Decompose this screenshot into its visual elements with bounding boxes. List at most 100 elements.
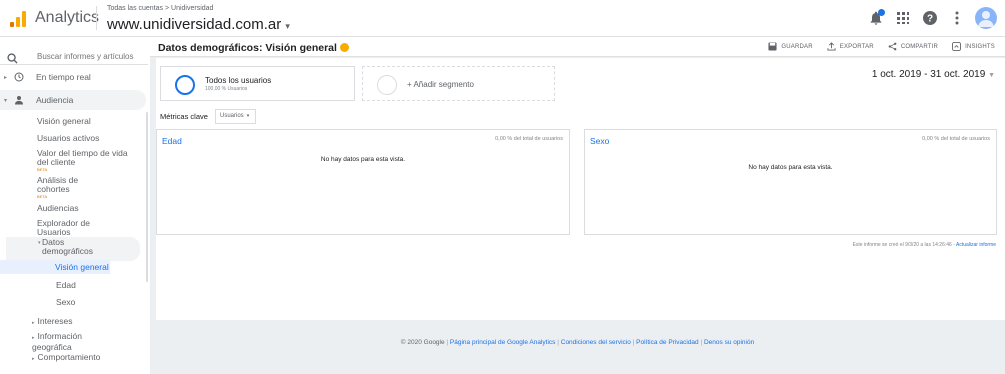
metrics-dropdown[interactable]: Usuarios ▾ (215, 109, 256, 124)
export-button[interactable]: EXPORTAR (827, 42, 874, 51)
sidebar-item-valor-tiempo-vida[interactable]: Valor del tiempo de vida del cliente BET… (37, 148, 129, 173)
report-content: Todos los usuarios 100,00 % Usuarios + A… (156, 58, 1005, 320)
footer-link-privacy[interactable]: Política de Privacidad (636, 339, 699, 346)
add-segment-label: + Añadir segmento (407, 80, 474, 89)
chevron-down-icon: ▼ (988, 72, 995, 79)
verified-shield-icon[interactable] (339, 43, 349, 52)
chevron-down-icon: ▾ (38, 240, 41, 246)
header-icons: ? (867, 6, 997, 30)
sidebar-item-datos-demograficos[interactable]: ▾ Datos demográficos (6, 237, 140, 261)
sidebar-item-label: En tiempo real (36, 72, 91, 82)
person-icon (14, 95, 28, 105)
report-note-text: Este informe se creó el 9/3/20 a las 14:… (852, 242, 956, 248)
footer-link-terms[interactable]: Condiciones del servicio (561, 339, 631, 346)
sidebar-item-label: Datos demográficos (42, 237, 94, 256)
metrics-label: Métricas clave (160, 112, 208, 121)
chevron-right-icon: ▸ (32, 335, 35, 341)
sidebar-item-label: Comportamiento (37, 352, 101, 362)
top-header: Analytics Todas las cuentas > Unidiversi… (0, 0, 1005, 37)
svg-text:?: ? (927, 14, 933, 25)
sidebar-item-vision-general[interactable]: Visión general (37, 117, 91, 126)
panel-percentage: 0,00 % del total de usuarios (495, 136, 563, 142)
sidebar: ▸ En tiempo real ▾ Audiencia Visión gene… (0, 37, 150, 374)
header-divider (96, 6, 97, 30)
notifications-icon[interactable] (867, 9, 885, 27)
property-selector[interactable]: www.unidiversidad.com.ar ▾ (107, 16, 290, 33)
refresh-report-link[interactable]: Actualizar informe (956, 242, 996, 248)
panel-title[interactable]: Sexo (590, 136, 609, 146)
beta-badge: BETA (37, 194, 48, 199)
footer-link-home[interactable]: Página principal de Google Analytics (450, 339, 556, 346)
sidebar-item-audiencias[interactable]: Audiencias (37, 204, 79, 213)
sidebar-item-demographics-vision-general[interactable]: Visión general (0, 260, 110, 274)
app-name: Analytics (35, 9, 100, 26)
sidebar-item-label: Valor del tiempo de vida del cliente (37, 148, 128, 167)
analytics-logo-icon[interactable] (10, 11, 26, 27)
export-icon (827, 42, 836, 51)
panel-gender: Sexo 0,00 % del total de usuarios No hay… (584, 129, 997, 235)
share-label: COMPARTIR (900, 43, 939, 50)
account-avatar[interactable] (975, 7, 997, 29)
page-header: Datos demográficos: Visión general GUARD… (150, 37, 1005, 57)
account-breadcrumb[interactable]: Todas las cuentas > Unidiversidad (107, 5, 213, 12)
chevron-down-icon: ▾ (245, 113, 250, 119)
insights-button[interactable]: INSIGHTS (952, 42, 995, 51)
save-button[interactable]: GUARDAR (768, 42, 813, 51)
date-range-text: 1 oct. 2019 - 31 oct. 2019 (871, 69, 986, 80)
report-actions: GUARDAR EXPORTAR COMPARTIR INSIGHTS (768, 42, 995, 51)
sidebar-item-comportamiento[interactable]: ▸ Comportamiento (32, 353, 100, 364)
apps-icon[interactable] (894, 9, 912, 27)
no-data-message: No hay datos para esta vista. (320, 156, 406, 163)
segment-placeholder-icon (377, 75, 397, 95)
no-data-message: No hay datos para esta vista. (748, 164, 833, 171)
search-icon (7, 51, 18, 69)
page-title-text: Datos demográficos: Visión general (158, 42, 337, 54)
copyright: © 2020 Google (400, 339, 445, 346)
help-icon[interactable]: ? (921, 9, 939, 27)
sidebar-item-edad[interactable]: Edad (56, 280, 76, 290)
panel-title[interactable]: Edad (162, 136, 182, 146)
chevron-right-icon: ▸ (32, 320, 35, 326)
panel-percentage: 0,00 % del total de usuarios (922, 136, 990, 142)
segment-subtitle: 100,00 % Usuarios (205, 86, 248, 92)
date-range-picker[interactable]: 1 oct. 2019 - 31 oct. 2019 ▼ (872, 69, 995, 80)
more-vert-icon[interactable] (948, 9, 966, 27)
search-input[interactable] (37, 52, 147, 61)
chevron-right-icon: ▸ (4, 74, 8, 81)
segment-all-users[interactable]: Todos los usuarios 100,00 % Usuarios (160, 66, 355, 101)
export-label: EXPORTAR (839, 43, 874, 50)
sidebar-item-sexo[interactable]: Sexo (56, 297, 75, 307)
segment-title: Todos los usuarios (205, 76, 272, 85)
chevron-right-icon: ▸ (32, 356, 35, 362)
main-area: Datos demográficos: Visión general GUARD… (150, 37, 1005, 374)
add-segment-button[interactable]: + Añadir segmento (362, 66, 555, 101)
sidebar-scrollbar[interactable] (146, 112, 148, 282)
sidebar-item-label: Análisis de cohortes (37, 175, 79, 194)
sidebar-item-audiencia[interactable]: ▾ Audiencia (0, 90, 146, 110)
divider (0, 64, 148, 65)
save-label: GUARDAR (781, 43, 813, 50)
sidebar-item-analisis-cohortes[interactable]: Análisis de cohortes BETA (37, 175, 107, 200)
report-timestamp: Este informe se creó el 9/3/20 a las 14:… (853, 242, 996, 248)
sidebar-item-usuarios-activos[interactable]: Usuarios activos (37, 134, 99, 143)
chevron-down-icon: ▾ (285, 21, 290, 31)
footer-link-feedback[interactable]: Denos su opinión (704, 339, 754, 346)
footer: © 2020 Google | Página principal de Goog… (400, 339, 755, 346)
share-button[interactable]: COMPARTIR (888, 42, 938, 51)
property-name: www.unidiversidad.com.ar (107, 16, 282, 33)
chevron-down-icon: ▾ (4, 97, 8, 104)
panel-age: Edad 0,00 % del total de usuarios No hay… (156, 129, 570, 235)
sidebar-item-explorador-usuarios[interactable]: Explorador de Usuarios (37, 219, 109, 237)
sidebar-item-realtime[interactable]: ▸ En tiempo real (0, 70, 146, 84)
sidebar-item-intereses[interactable]: ▸ Intereses (32, 317, 72, 328)
segment-color-icon (175, 75, 195, 95)
metrics-selected: Usuarios (220, 113, 244, 119)
insights-icon (952, 42, 962, 51)
sidebar-item-label: Audiencia (36, 95, 74, 105)
sidebar-item-label: Intereses (37, 316, 73, 326)
page-title: Datos demográficos: Visión general (158, 42, 349, 54)
sidebar-item-informacion-geografica[interactable]: ▸ Información geográfica (32, 332, 112, 352)
search-box[interactable] (0, 47, 148, 71)
sidebar-item-label: Información geográfica (32, 331, 82, 352)
beta-badge: BETA (37, 167, 48, 172)
